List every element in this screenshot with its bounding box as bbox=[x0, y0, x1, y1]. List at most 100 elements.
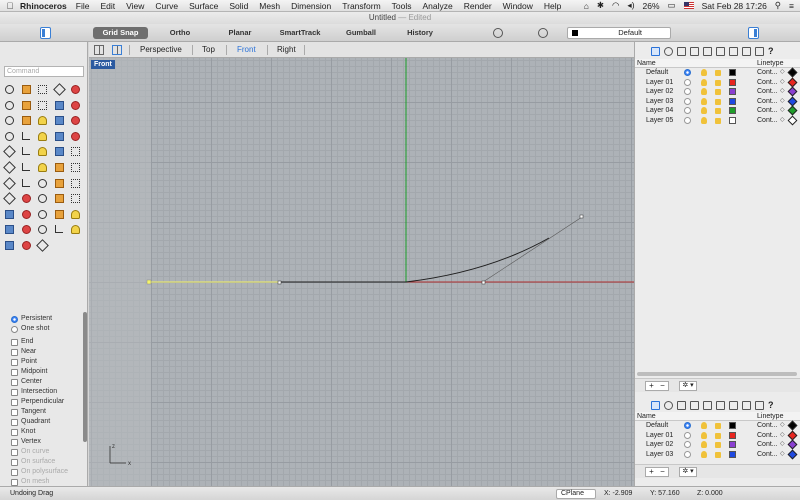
osnap-midpoint-checkbox[interactable] bbox=[11, 368, 18, 376]
osnap-mode-one-shot[interactable]: One shot bbox=[8, 324, 84, 334]
layer-current-radio[interactable] bbox=[684, 450, 691, 458]
ellipse-icon[interactable] bbox=[3, 99, 16, 112]
layer-visibility-bulb-icon[interactable] bbox=[701, 107, 707, 114]
menu-tools[interactable]: Tools bbox=[392, 1, 412, 11]
osnap-midpoint[interactable]: Midpoint bbox=[8, 367, 84, 377]
layer-material-icon[interactable] bbox=[787, 430, 798, 440]
osnap-center[interactable]: Center bbox=[8, 377, 84, 387]
properties-icon-lower[interactable] bbox=[664, 400, 673, 410]
layer-linetype[interactable]: Cont... bbox=[757, 431, 778, 441]
copy-icon[interactable] bbox=[69, 161, 82, 174]
check-icon[interactable] bbox=[53, 177, 66, 190]
menu-dimension[interactable]: Dimension bbox=[291, 1, 331, 11]
layer-lock-icon[interactable] bbox=[715, 70, 721, 76]
freeform-icon[interactable] bbox=[69, 99, 82, 112]
layer-material-icon[interactable] bbox=[787, 86, 798, 97]
view-icon[interactable] bbox=[3, 208, 16, 221]
volume-icon[interactable]: ◂) bbox=[627, 0, 634, 11]
layer-linetype[interactable]: Cont... bbox=[757, 440, 778, 450]
move-icon[interactable] bbox=[20, 161, 33, 174]
color-icon[interactable] bbox=[36, 223, 49, 236]
arc-icon[interactable] bbox=[20, 99, 33, 112]
layer-row[interactable]: Layer 05 Cont... ◇ bbox=[635, 115, 800, 126]
sphere-icon[interactable] bbox=[36, 114, 49, 127]
circle-icon[interactable] bbox=[69, 83, 82, 96]
layer-lock-icon[interactable] bbox=[715, 117, 721, 124]
dimension-icon[interactable] bbox=[69, 177, 82, 190]
osnap-on-curve[interactable]: On curve bbox=[8, 447, 84, 457]
layer-lock-icon[interactable] bbox=[715, 442, 721, 448]
layer-current-radio[interactable] bbox=[684, 97, 691, 105]
menu-transform[interactable]: Transform bbox=[342, 1, 380, 11]
display-icon[interactable] bbox=[690, 46, 699, 56]
layer-lock-icon[interactable] bbox=[715, 451, 721, 458]
linetype-stepper-icon[interactable]: ◇ bbox=[780, 450, 785, 460]
scale-icon[interactable] bbox=[53, 161, 66, 174]
layer-current-radio[interactable] bbox=[684, 88, 691, 95]
hatch-icon[interactable] bbox=[20, 192, 33, 205]
layer-current-radio[interactable] bbox=[684, 78, 691, 86]
light-icon[interactable] bbox=[69, 208, 82, 221]
smarttrack-toggle[interactable]: SmartTrack bbox=[276, 27, 324, 39]
menu-view[interactable]: View bbox=[126, 1, 144, 11]
layer-linetype[interactable]: Cont... bbox=[757, 87, 778, 97]
document-icon[interactable] bbox=[677, 46, 686, 56]
viewport-layout-icon[interactable] bbox=[94, 45, 104, 55]
rebuild-icon[interactable] bbox=[20, 145, 33, 158]
layer-linetype[interactable]: Cont... bbox=[757, 450, 778, 460]
point-icon[interactable] bbox=[20, 83, 33, 96]
explode-icon[interactable] bbox=[3, 145, 16, 158]
mirror-icon[interactable] bbox=[3, 161, 16, 174]
box-icon[interactable] bbox=[20, 114, 33, 127]
wifi-icon[interactable]: ◠ bbox=[612, 0, 619, 11]
render-icon[interactable] bbox=[36, 208, 49, 221]
layer-linetype[interactable]: Cont... bbox=[757, 97, 778, 107]
bluetooth-icon[interactable]: ✱ bbox=[597, 0, 604, 11]
fillet-icon[interactable] bbox=[20, 130, 33, 143]
notification-center-icon[interactable]: ≡ bbox=[789, 1, 794, 11]
group-icon[interactable] bbox=[3, 177, 16, 190]
layer-linetype[interactable]: Cont... bbox=[757, 78, 778, 88]
apple-menu-icon[interactable]:  bbox=[0, 1, 20, 11]
gumball-toggle[interactable]: Gumball bbox=[340, 27, 382, 39]
layer-options-button-lower[interactable]: ✲ ▾ bbox=[679, 467, 697, 477]
polygon-icon[interactable] bbox=[53, 99, 66, 112]
single-viewport-icon[interactable] bbox=[112, 45, 122, 55]
linetype-stepper-icon[interactable]: ◇ bbox=[780, 421, 785, 431]
layer-color-swatch[interactable] bbox=[729, 69, 736, 76]
layer-linetype[interactable]: Cont... bbox=[757, 116, 778, 126]
menu-file[interactable]: File bbox=[76, 1, 90, 11]
camera-icon-lower[interactable] bbox=[703, 400, 712, 410]
layer-color-swatch[interactable] bbox=[729, 107, 736, 114]
planar-toggle[interactable]: Planar bbox=[219, 27, 261, 39]
osnap-on-polysurface-checkbox[interactable] bbox=[11, 468, 18, 476]
layouts-icon-lower[interactable] bbox=[742, 400, 751, 410]
layer-visibility-bulb-icon[interactable] bbox=[701, 97, 707, 105]
polyline-icon[interactable] bbox=[36, 83, 49, 96]
layer-current-radio[interactable] bbox=[684, 69, 691, 76]
clock[interactable]: Sat Feb 28 17:26 bbox=[702, 1, 767, 11]
properties-icon[interactable] bbox=[664, 46, 673, 56]
array-icon[interactable] bbox=[69, 145, 82, 158]
split-icon[interactable] bbox=[53, 130, 66, 143]
menu-mesh[interactable]: Mesh bbox=[259, 1, 280, 11]
layers-icon[interactable] bbox=[651, 46, 660, 56]
help-icon[interactable]: ? bbox=[768, 46, 777, 56]
menu-edit[interactable]: Edit bbox=[100, 1, 115, 11]
layer-color-swatch[interactable] bbox=[729, 422, 736, 429]
layer-color-swatch[interactable] bbox=[729, 450, 736, 458]
materials-icon-lower[interactable] bbox=[729, 400, 738, 410]
layer-visibility-bulb-icon[interactable] bbox=[701, 88, 707, 95]
layer-color-swatch[interactable] bbox=[729, 431, 736, 439]
layer-lock-icon[interactable] bbox=[715, 432, 721, 439]
layer-visibility-bulb-icon[interactable] bbox=[701, 431, 707, 439]
analyze-icon[interactable] bbox=[36, 192, 49, 205]
add-layer-button-lower[interactable]: + bbox=[646, 468, 657, 476]
osnap-quadrant[interactable]: Quadrant bbox=[8, 417, 84, 427]
material-icon[interactable] bbox=[53, 208, 66, 221]
properties-icon[interactable] bbox=[36, 177, 49, 190]
extend-icon[interactable] bbox=[53, 145, 66, 158]
grid-snap-toggle[interactable]: Grid Snap bbox=[93, 27, 148, 39]
layer-material-icon[interactable] bbox=[787, 96, 798, 106]
layer-row[interactable]: Layer 02 Cont... ◇ bbox=[635, 439, 800, 450]
